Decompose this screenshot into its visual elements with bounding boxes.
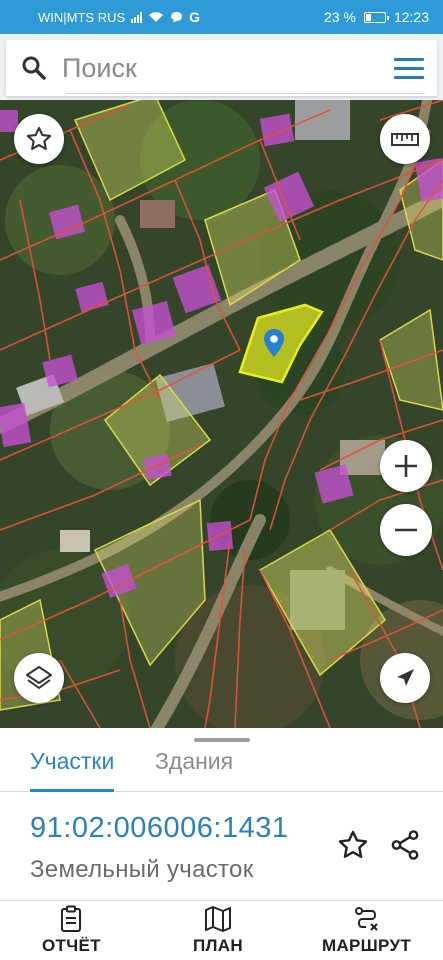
map-icon [204, 906, 231, 932]
status-bar: WIN|MTS RUS G 23 % 12:23 [0, 0, 443, 34]
my-location-button[interactable] [380, 653, 430, 703]
battery-icon [363, 11, 389, 23]
tab-parcels[interactable]: Участки [30, 748, 115, 792]
object-type-label: Земельный участок [30, 856, 254, 883]
nav-route[interactable]: МАРШРУТ [322, 905, 411, 956]
ruler-icon [391, 133, 419, 146]
nav-plan-label: ПЛАН [193, 936, 243, 955]
clipboard-icon [61, 905, 82, 932]
chat-icon [171, 12, 183, 23]
star-icon [26, 126, 52, 150]
signal-icon [131, 11, 143, 23]
google-icon: G [189, 9, 201, 25]
share-button[interactable] [388, 828, 422, 862]
nav-route-label: МАРШРУТ [322, 936, 412, 955]
search-input[interactable] [62, 48, 352, 88]
search-underline [66, 93, 425, 94]
satellite-map[interactable] [0, 100, 443, 728]
hamburger-menu-icon[interactable] [381, 40, 437, 96]
battery-percent: 23 % [324, 9, 356, 25]
map-pin-icon [264, 329, 284, 357]
nav-plan[interactable]: ПЛАН [193, 905, 243, 956]
add-favorite-button[interactable] [336, 828, 370, 862]
plus-icon [395, 455, 417, 477]
tab-buildings[interactable]: Здания [155, 748, 233, 790]
cadastral-number[interactable]: 91:02:006006:1431 [30, 812, 288, 845]
search-header [0, 34, 443, 100]
share-icon [391, 830, 419, 860]
route-icon [354, 907, 378, 931]
map-view[interactable] [0, 100, 443, 728]
wifi-icon [149, 12, 164, 22]
star-icon [338, 830, 368, 858]
object-tabs: Участки Здания [0, 742, 443, 792]
zoom-in-button[interactable] [380, 440, 432, 492]
clock: 12:23 [393, 9, 429, 25]
navigation-arrow-icon [397, 669, 414, 686]
minus-icon [395, 528, 417, 532]
app-screen: WIN|MTS RUS G 23 % 12:23 Поиск Участки З… [0, 0, 443, 960]
zoom-out-button[interactable] [380, 504, 432, 556]
layers-button[interactable] [14, 653, 64, 703]
carrier-label: WIN|MTS RUS [38, 9, 126, 25]
favorite-star-button[interactable] [14, 114, 64, 164]
nav-report[interactable]: ОТЧЁТ [42, 905, 101, 956]
bottom-navigation: ОТЧЁТ ПЛАН МАРШРУТ [0, 900, 443, 960]
bottom-sheet: Участки Здания 91:02:006006:1431 Земельн… [0, 728, 443, 900]
search-bar[interactable] [6, 40, 437, 96]
ruler-button[interactable] [380, 114, 430, 164]
nav-report-label: ОТЧЁТ [42, 936, 101, 955]
search-icon[interactable] [6, 40, 62, 96]
layers-icon [26, 666, 52, 689]
